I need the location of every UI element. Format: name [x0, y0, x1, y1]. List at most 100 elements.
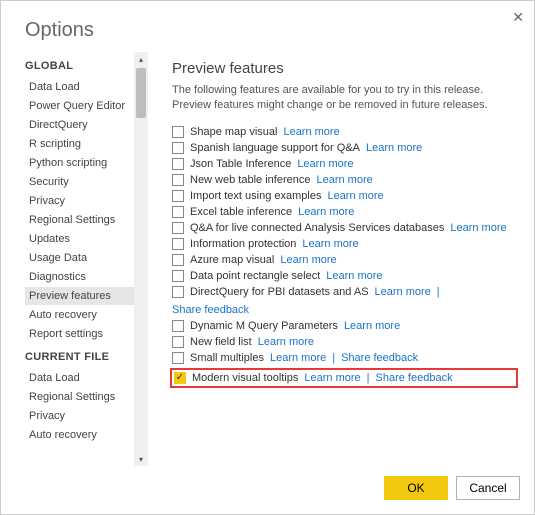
feature-checkbox[interactable]	[172, 126, 184, 138]
sidebar: GLOBALData LoadPower Query EditorDirectQ…	[1, 52, 148, 466]
scroll-down-icon[interactable]: ▾	[134, 452, 148, 466]
learn-more-link[interactable]: Learn more	[302, 238, 358, 250]
share-feedback-link[interactable]: Share feedback	[172, 304, 249, 316]
feature-row: Shape map visual Learn more	[172, 126, 516, 138]
share-feedback-link[interactable]: Share feedback	[376, 372, 453, 384]
share-feedback-link[interactable]: Share feedback	[341, 352, 418, 364]
sidebar-item-diagnostics[interactable]: Diagnostics	[25, 268, 134, 286]
feature-label: Information protection	[190, 238, 296, 250]
sidebar-item-privacy[interactable]: Privacy	[25, 407, 134, 425]
feature-checkbox[interactable]	[172, 222, 184, 234]
sidebar-item-preview-features[interactable]: Preview features	[25, 287, 134, 305]
cancel-button[interactable]: Cancel	[456, 476, 520, 500]
feature-label: Import text using examples	[190, 190, 321, 202]
sidebar-item-regional-settings[interactable]: Regional Settings	[25, 388, 134, 406]
feature-row: Q&A for live connected Analysis Services…	[172, 222, 516, 234]
feature-checkbox[interactable]	[172, 270, 184, 282]
feature-checkbox[interactable]	[174, 372, 186, 384]
content-description: The following features are available for…	[172, 83, 516, 114]
dialog-body: GLOBALData LoadPower Query EditorDirectQ…	[1, 52, 534, 466]
sidebar-item-report-settings[interactable]: Report settings	[25, 325, 134, 343]
feature-row: Modern visual tooltips Learn more | Shar…	[170, 368, 518, 388]
content-header: Preview features	[172, 60, 516, 77]
feature-row: New web table inference Learn more	[172, 174, 516, 186]
learn-more-link[interactable]: Learn more	[366, 142, 422, 154]
content-panel: Preview features The following features …	[148, 52, 534, 466]
sidebar-item-directquery[interactable]: DirectQuery	[25, 116, 134, 134]
feature-row: DirectQuery for PBI datasets and AS Lear…	[172, 286, 516, 316]
link-separator: |	[332, 352, 335, 364]
learn-more-link[interactable]: Learn more	[375, 286, 431, 298]
learn-more-link[interactable]: Learn more	[326, 270, 382, 282]
feature-checkbox[interactable]	[172, 158, 184, 170]
learn-more-link[interactable]: Learn more	[450, 222, 506, 234]
feature-label: DirectQuery for PBI datasets and AS	[190, 286, 369, 298]
feature-row: Excel table inference Learn more	[172, 206, 516, 218]
sidebar-section-header: GLOBAL	[25, 60, 134, 72]
sidebar-item-python-scripting[interactable]: Python scripting	[25, 154, 134, 172]
feature-checkbox[interactable]	[172, 254, 184, 266]
learn-more-link[interactable]: Learn more	[298, 206, 354, 218]
learn-more-link[interactable]: Learn more	[280, 254, 336, 266]
sidebar-item-usage-data[interactable]: Usage Data	[25, 249, 134, 267]
feature-checkbox[interactable]	[172, 336, 184, 348]
feature-label: Excel table inference	[190, 206, 292, 218]
feature-label: Data point rectangle select	[190, 270, 320, 282]
feature-row: Data point rectangle select Learn more	[172, 270, 516, 282]
feature-row: Json Table Inference Learn more	[172, 158, 516, 170]
sidebar-item-auto-recovery[interactable]: Auto recovery	[25, 426, 134, 444]
learn-more-link[interactable]: Learn more	[316, 174, 372, 186]
learn-more-link[interactable]: Learn more	[283, 126, 339, 138]
feature-row: Dynamic M Query Parameters Learn more	[172, 320, 516, 332]
learn-more-link[interactable]: Learn more	[327, 190, 383, 202]
scroll-up-icon[interactable]: ▴	[134, 52, 148, 66]
feature-label: New field list	[190, 336, 252, 348]
feature-row: Import text using examples Learn more	[172, 190, 516, 202]
feature-row: Spanish language support for Q&A Learn m…	[172, 142, 516, 154]
options-dialog: ✕ Options GLOBALData LoadPower Query Edi…	[0, 0, 535, 515]
sidebar-item-power-query-editor[interactable]: Power Query Editor	[25, 97, 134, 115]
feature-row: Information protection Learn more	[172, 238, 516, 250]
feature-row: New field list Learn more	[172, 336, 516, 348]
close-icon[interactable]: ✕	[512, 9, 524, 26]
link-separator: |	[367, 372, 370, 384]
learn-more-link[interactable]: Learn more	[258, 336, 314, 348]
feature-label: Spanish language support for Q&A	[190, 142, 360, 154]
learn-more-link[interactable]: Learn more	[344, 320, 400, 332]
feature-row: Azure map visual Learn more	[172, 254, 516, 266]
feature-checkbox[interactable]	[172, 238, 184, 250]
sidebar-item-regional-settings[interactable]: Regional Settings	[25, 211, 134, 229]
feature-label: Azure map visual	[190, 254, 274, 266]
ok-button[interactable]: OK	[384, 476, 448, 500]
learn-more-link[interactable]: Learn more	[270, 352, 326, 364]
link-separator: |	[437, 286, 440, 298]
feature-row: Small multiples Learn more | Share feedb…	[172, 352, 516, 364]
feature-label: Dynamic M Query Parameters	[190, 320, 338, 332]
feature-label: New web table inference	[190, 174, 310, 186]
feature-checkbox[interactable]	[172, 174, 184, 186]
feature-label: Q&A for live connected Analysis Services…	[190, 222, 444, 234]
feature-checkbox[interactable]	[172, 286, 184, 298]
feature-checkbox[interactable]	[172, 142, 184, 154]
feature-label: Modern visual tooltips	[192, 372, 298, 384]
sidebar-item-r-scripting[interactable]: R scripting	[25, 135, 134, 153]
feature-label: Json Table Inference	[190, 158, 291, 170]
sidebar-item-updates[interactable]: Updates	[25, 230, 134, 248]
learn-more-link[interactable]: Learn more	[304, 372, 360, 384]
learn-more-link[interactable]: Learn more	[297, 158, 353, 170]
feature-label: Shape map visual	[190, 126, 277, 138]
sidebar-section-header: CURRENT FILE	[25, 351, 134, 363]
sidebar-item-data-load[interactable]: Data Load	[25, 78, 134, 96]
sidebar-item-auto-recovery[interactable]: Auto recovery	[25, 306, 134, 324]
dialog-footer: OK Cancel	[1, 466, 534, 514]
feature-checkbox[interactable]	[172, 320, 184, 332]
feature-checkbox[interactable]	[172, 190, 184, 202]
feature-checkbox[interactable]	[172, 206, 184, 218]
sidebar-scrollbar[interactable]: ▴ ▾	[134, 52, 148, 466]
feature-checkbox[interactable]	[172, 352, 184, 364]
sidebar-item-data-load[interactable]: Data Load	[25, 369, 134, 387]
sidebar-item-security[interactable]: Security	[25, 173, 134, 191]
feature-label: Small multiples	[190, 352, 264, 364]
scroll-thumb[interactable]	[136, 68, 146, 118]
sidebar-item-privacy[interactable]: Privacy	[25, 192, 134, 210]
